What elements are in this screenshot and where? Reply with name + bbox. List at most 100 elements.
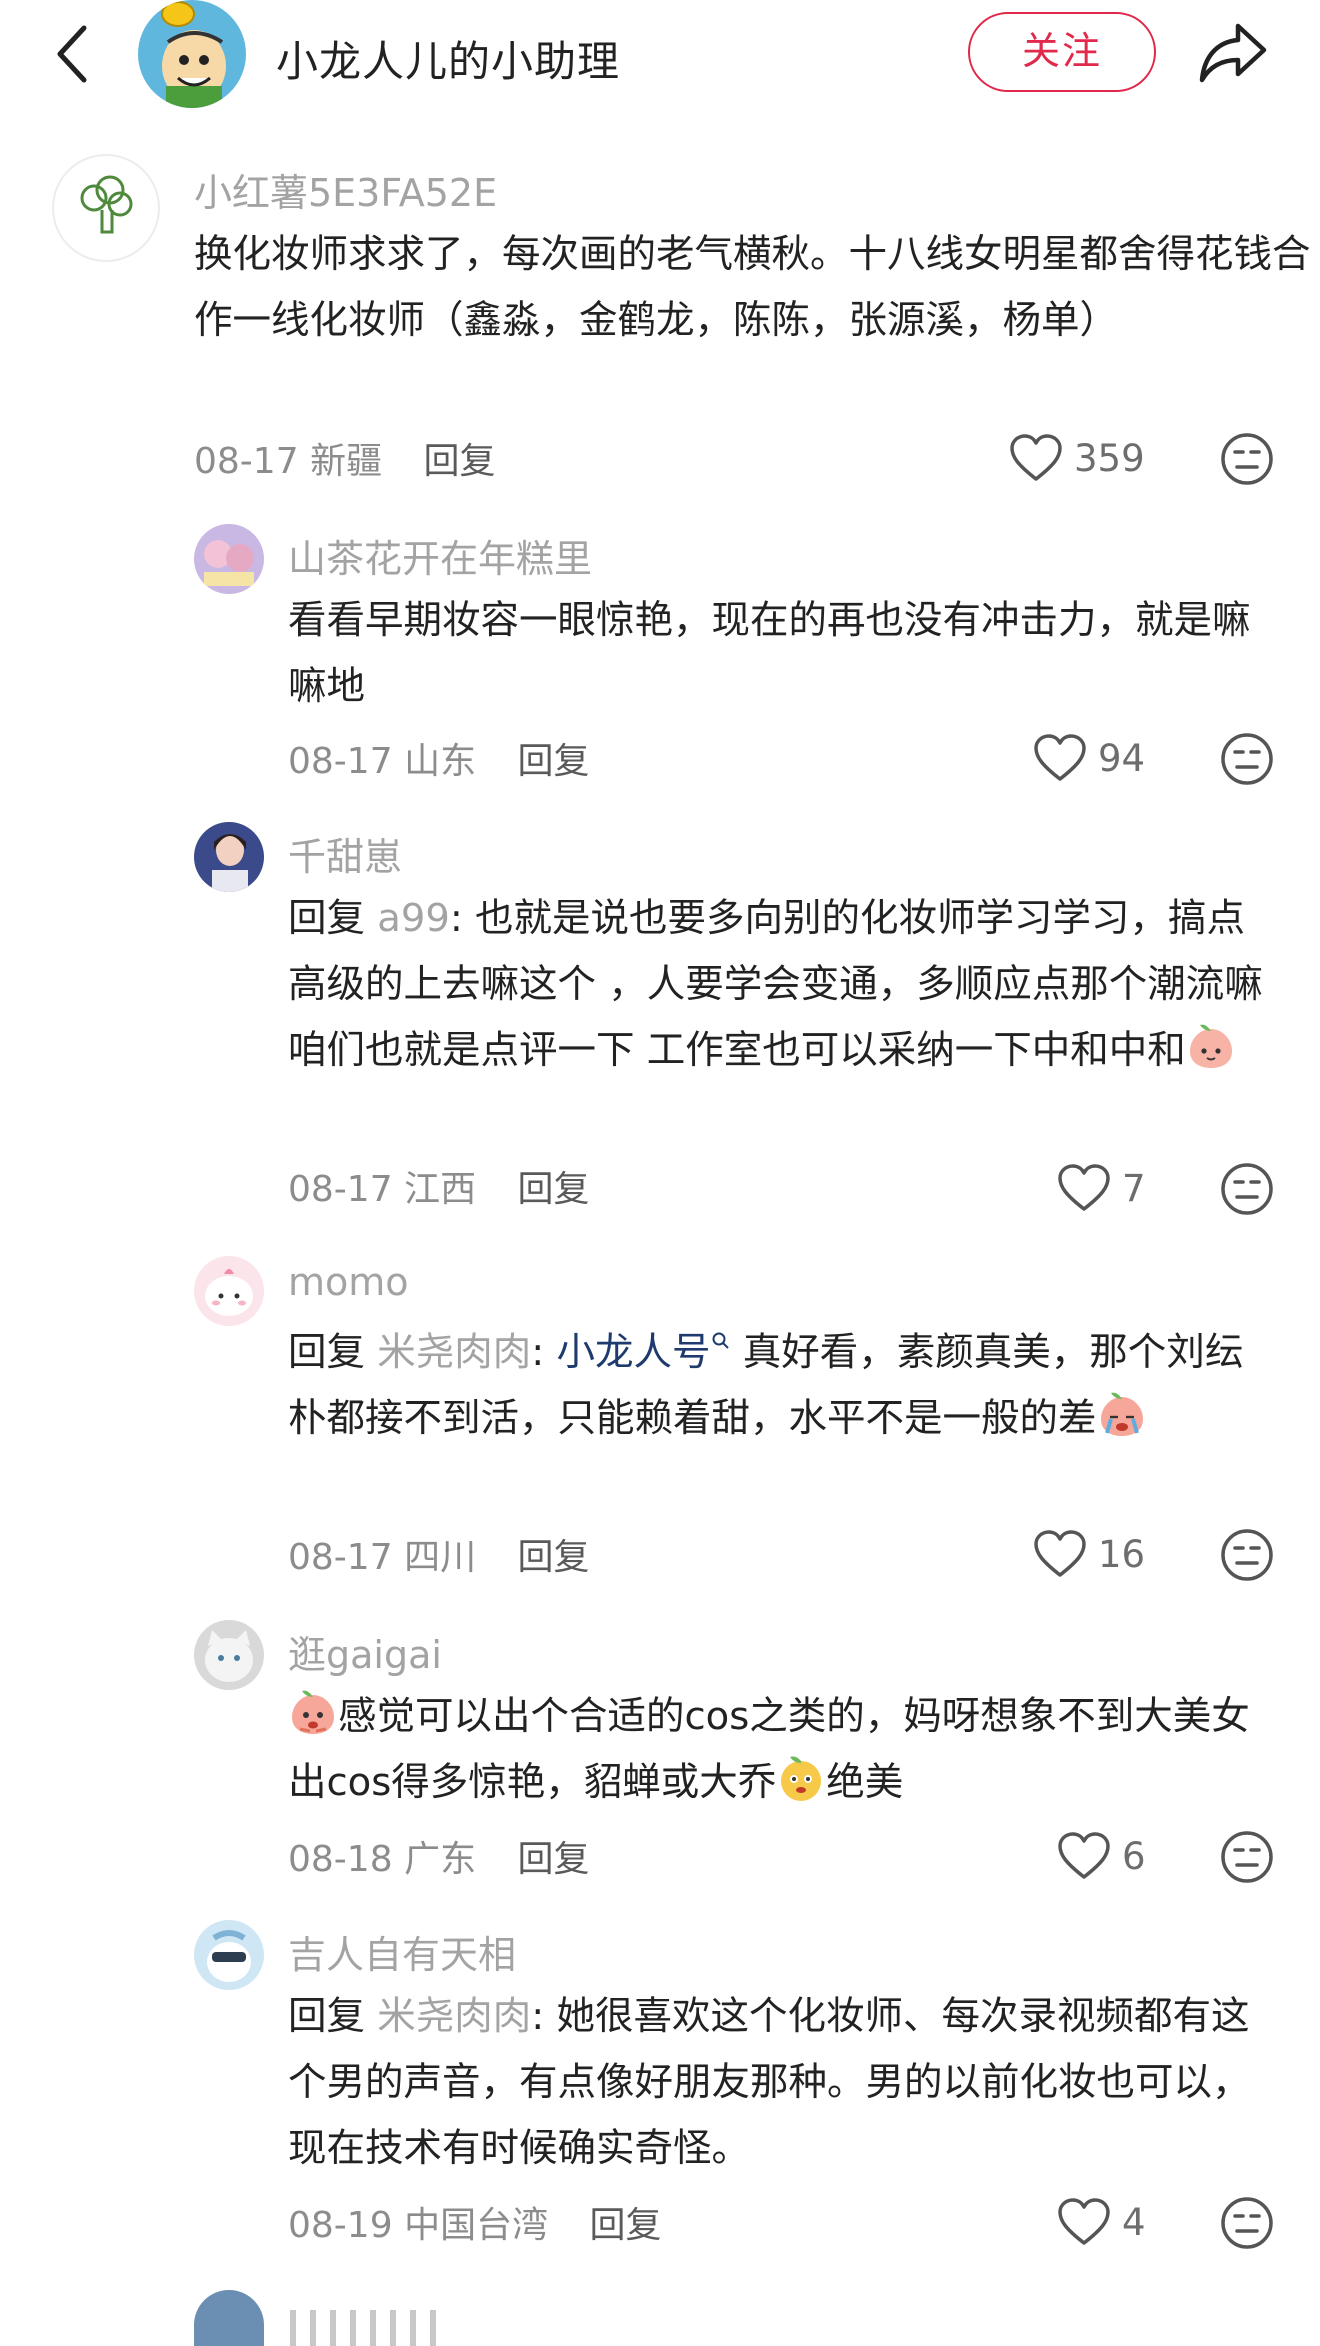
comment-date: 08-17 — [288, 741, 393, 782]
peach-emoji-icon — [1189, 1024, 1232, 1068]
comment-date: 08-17 — [194, 441, 299, 482]
comment-text: 回复 a99: 也就是说也要多向别的化妆师学习学习，搞点高级的上去嘛这个 ，人要… — [288, 886, 1278, 1084]
avatar[interactable] — [194, 1620, 264, 1690]
reply-prefix: 回复 — [288, 1330, 378, 1375]
avatar[interactable] — [194, 1256, 264, 1326]
truncated-username — [290, 2310, 436, 2346]
like-count: 94 — [1098, 736, 1146, 780]
comment-date: 08-17 — [288, 1537, 393, 1578]
comment-item: 山茶花开在年糕里 看看早期妆容一眼惊艳，现在的再也没有冲击力，就是嘛嘛地 08-… — [194, 524, 1284, 794]
comment-text: 换化妆师求求了，每次画的老气横秋。十八线女明星都舍得花钱合作一线化妆师（鑫淼，金… — [194, 232, 1311, 343]
dislike-button[interactable] — [1220, 732, 1274, 786]
dislike-button[interactable] — [1220, 1830, 1274, 1884]
like-button[interactable]: 6 — [1056, 1828, 1146, 1884]
like-button[interactable]: 16 — [1032, 1526, 1145, 1582]
dislike-button[interactable] — [1220, 1162, 1274, 1216]
avatar[interactable] — [194, 1920, 264, 1990]
meh-face-icon — [1221, 433, 1273, 485]
like-button[interactable]: 359 — [1008, 430, 1145, 486]
search-link-icon — [712, 1332, 729, 1349]
comment-meta: 08-19 中国台湾 回复 — [288, 2196, 662, 2248]
mention-user[interactable]: 米尧肉肉 — [377, 1330, 531, 1375]
username[interactable]: momo — [288, 1260, 409, 1304]
comment-location: 四川 — [404, 1537, 477, 1578]
follow-button[interactable]: 关注 — [968, 12, 1156, 92]
like-count: 16 — [1098, 1532, 1146, 1576]
reply-prefix: 回复 — [288, 896, 378, 941]
mention-user[interactable]: 米尧肉肉 — [377, 1994, 531, 2039]
comment-body: 感觉可以出个合适的cos之类的，妈呀想象不到大美女出cos得多惊艳，貂蝉或大乔 — [288, 1694, 1250, 1805]
heart-outline-icon — [1058, 1832, 1110, 1879]
comment-text: 回复 米尧肉肉: 她很喜欢这个化妆师、每次录视频都有这个男的声音，有点像好朋友那… — [288, 1984, 1278, 2182]
meh-face-icon — [1221, 1831, 1273, 1883]
share-arrow-icon — [1199, 23, 1267, 83]
like-count: 359 — [1074, 436, 1145, 480]
reply-prefix: 回复 — [288, 1994, 378, 2039]
heart-outline-icon — [1058, 1164, 1110, 1211]
like-count: 4 — [1122, 2200, 1146, 2244]
avatar[interactable] — [52, 154, 160, 262]
meh-face-icon — [1221, 2197, 1273, 2249]
comment-item: 吉人自有天相 回复 米尧肉肉: 她很喜欢这个化妆师、每次录视频都有这个男的声音，… — [194, 1920, 1284, 2249]
comment-date: 08-17 — [288, 1169, 393, 1210]
comment-date: 08-18 — [288, 1839, 393, 1880]
heart-outline-icon — [1034, 1530, 1086, 1577]
heart-outline-icon — [1034, 734, 1086, 781]
comment-text: 感觉可以出个合适的cos之类的，妈呀想象不到大美女出cos得多惊艳，貂蝉或大乔绝… — [288, 1684, 1278, 1816]
avatar[interactable] — [194, 2290, 264, 2346]
comment-date: 08-19 — [288, 2205, 393, 2246]
comment-body-end: 绝美 — [826, 1760, 904, 1805]
crying-peach-emoji-icon — [292, 1690, 334, 1734]
meh-face-icon — [1221, 1529, 1273, 1581]
reply-button[interactable]: 回复 — [518, 1169, 590, 1210]
author-avatar[interactable] — [138, 0, 246, 108]
reply-button[interactable]: 回复 — [518, 741, 590, 782]
account-link[interactable]: 小龙人号 — [556, 1330, 730, 1375]
username[interactable]: 逛gaigai — [288, 1624, 442, 1679]
comment-item: momo 回复 米尧肉肉: 小龙人号 真好看，素颜真美，那个刘纭朴都接不到活，只… — [194, 1256, 1284, 1596]
reply-button[interactable]: 回复 — [518, 1839, 590, 1880]
comment-location: 中国台湾 — [404, 2205, 549, 2246]
reply-button[interactable]: 回复 — [424, 441, 496, 482]
comment-location: 江西 — [404, 1169, 477, 1210]
crying-peach-emoji-icon — [1100, 1392, 1143, 1436]
username[interactable]: 吉人自有天相 — [288, 1924, 516, 1979]
comment-meta: 08-17 江西 回复 — [288, 1160, 590, 1212]
comment-item: 逛gaigai 感觉可以出个合适的cos之类的，妈呀想象不到大美女出cos得多惊… — [194, 1620, 1284, 1883]
username[interactable]: 千甜崽 — [288, 826, 402, 881]
comment-item: 小红薯5E3FA52E 换化妆师求求了，每次画的老气横秋。十八线女明星都舍得花钱… — [52, 154, 1311, 494]
comment-meta: 08-17 四川 回复 — [288, 1528, 590, 1580]
separator: : — [531, 1330, 557, 1375]
comment-location: 广东 — [404, 1839, 477, 1880]
meh-face-icon — [1221, 1163, 1273, 1215]
username[interactable]: 山茶花开在年糕里 — [288, 528, 592, 583]
chevron-left-icon — [57, 25, 87, 83]
comment-text: 看看早期妆容一眼惊艳，现在的再也没有冲击力，就是嘛嘛地 — [288, 598, 1251, 709]
mention-user[interactable]: a99 — [377, 896, 450, 941]
avatar[interactable] — [194, 524, 264, 594]
author-name[interactable]: 小龙人儿的小助理 — [276, 28, 620, 89]
heart-outline-icon — [1058, 2198, 1110, 2245]
like-button[interactable]: 7 — [1056, 1160, 1146, 1216]
avatar[interactable] — [194, 822, 264, 892]
comment-meta: 08-18 广东 回复 — [288, 1830, 590, 1882]
dislike-button[interactable] — [1220, 432, 1274, 486]
like-button[interactable]: 4 — [1056, 2194, 1146, 2250]
comment-item: 千甜崽 回复 a99: 也就是说也要多向别的化妆师学习学习，搞点高级的上去嘛这个… — [194, 822, 1284, 1222]
share-button[interactable] — [1198, 20, 1268, 86]
heart-outline-icon — [1010, 434, 1062, 481]
comment-text: 回复 米尧肉肉: 小龙人号 真好看，素颜真美，那个刘纭朴都接不到活，只能赖着甜，… — [288, 1320, 1278, 1452]
dislike-button[interactable] — [1220, 2196, 1274, 2250]
back-button[interactable] — [52, 24, 92, 84]
comment-meta: 08-17 新疆 回复 — [194, 432, 496, 484]
reply-button[interactable]: 回复 — [590, 2205, 662, 2246]
username[interactable]: 小红薯5E3FA52E — [194, 162, 497, 217]
dislike-button[interactable] — [1220, 1528, 1274, 1582]
like-count: 6 — [1122, 1834, 1146, 1878]
top-bar: 小龙人儿的小助理 关注 — [0, 0, 1320, 110]
like-count: 7 — [1122, 1166, 1146, 1210]
like-button[interactable]: 94 — [1032, 730, 1145, 786]
reply-button[interactable]: 回复 — [518, 1537, 590, 1578]
sweat-face-emoji-icon — [781, 1756, 822, 1801]
comment-meta: 08-17 山东 回复 — [288, 732, 590, 784]
